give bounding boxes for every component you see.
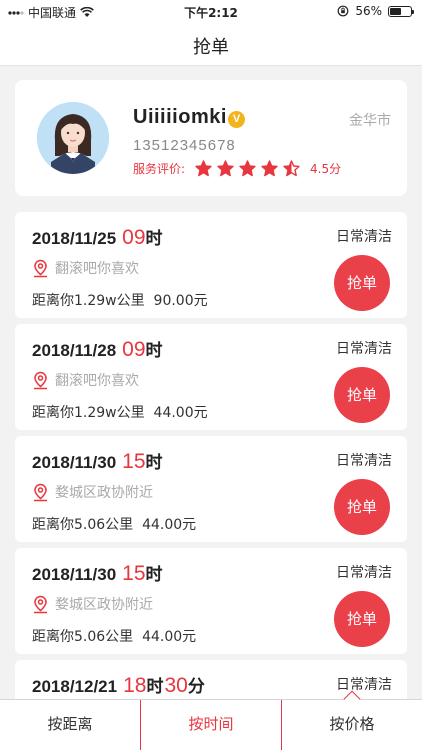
order-price: 44.00元 <box>142 517 197 533</box>
order-price: 44.00元 <box>142 629 197 645</box>
order-hour: 15 <box>122 450 146 473</box>
order-hour-unit: 时 <box>145 229 163 248</box>
star-full-icon <box>261 160 278 177</box>
order-distance: 距离你1.29w公里 <box>32 405 145 421</box>
order-date: 2018/11/25 <box>32 229 117 248</box>
order-type: 日常清洁 <box>336 565 392 581</box>
star-full-icon <box>217 160 234 177</box>
location-pin-icon <box>34 371 47 389</box>
sort-tab-bar: 按距离 按时间 按价格 <box>0 690 422 750</box>
order-date: 2018/12/21 <box>32 677 118 696</box>
orientation-lock-icon <box>337 5 349 17</box>
battery-fill <box>390 7 402 15</box>
tab-sort-time-label: 按时间 <box>188 715 234 733</box>
grab-order-button[interactable]: 抢单 <box>334 255 390 311</box>
order-card: 2018/11/30 15 时 日常清洁 婺城区政协附近 距离你5.06公里 4… <box>15 548 407 654</box>
order-date: 2018/11/28 <box>32 341 117 360</box>
order-address-row: 翻滚吧你喜欢 <box>32 258 139 278</box>
rating-label: 服务评价: <box>133 162 186 176</box>
order-type: 日常清洁 <box>336 677 392 693</box>
order-hour: 09 <box>122 338 146 361</box>
order-address: 婺城区政协附近 <box>55 485 153 501</box>
order-distance-price: 距离你1.29w公里 90.00元 <box>32 290 208 310</box>
order-address-row: 婺城区政协附近 <box>32 594 153 614</box>
grab-order-button[interactable]: 抢单 <box>334 479 390 535</box>
battery-percent: 56% <box>355 4 382 18</box>
order-hour: 09 <box>122 226 146 249</box>
order-address: 婺城区政协附近 <box>55 597 153 613</box>
location-pin-icon <box>34 595 47 613</box>
order-distance-price: 距离你5.06公里 44.00元 <box>32 626 196 646</box>
avatar <box>37 102 109 174</box>
avatar-illustration <box>37 102 109 174</box>
order-datetime: 2018/11/25 09 时 <box>32 224 163 250</box>
order-address: 翻滚吧你喜欢 <box>55 261 139 277</box>
rating-stars <box>195 160 300 177</box>
order-distance: 距离你1.29w公里 <box>32 293 145 309</box>
star-full-icon <box>239 160 256 177</box>
rating-value: 4.5分 <box>310 162 342 176</box>
order-distance-price: 距离你1.29w公里 44.00元 <box>32 402 208 422</box>
order-hour-unit: 时 <box>146 677 164 696</box>
battery-icon <box>388 5 414 17</box>
tab-sort-time[interactable]: 按时间 <box>140 690 361 750</box>
profile-card: Uiiiiiomki V 13512345678 服务评价: 4.5分 金华市 <box>15 80 407 196</box>
order-date: 2018/11/30 <box>32 565 117 584</box>
grab-order-button[interactable]: 抢单 <box>334 591 390 647</box>
tab-sort-price[interactable]: 按价格 <box>282 700 422 750</box>
order-type: 日常清洁 <box>336 341 392 357</box>
order-type: 日常清洁 <box>336 229 392 245</box>
order-minute: 30 <box>164 674 188 697</box>
user-name: Uiiiiiomki <box>133 106 227 128</box>
order-distance: 距离你5.06公里 <box>32 517 134 533</box>
order-hour: 15 <box>122 562 146 585</box>
order-datetime: 2018/11/30 15 时 <box>32 448 163 474</box>
order-card: 2018/11/28 09 时 日常清洁 翻滚吧你喜欢 距离你1.29w公里 4… <box>15 324 407 430</box>
order-card: 2018/11/30 15 时 日常清洁 婺城区政协附近 距离你5.06公里 4… <box>15 436 407 542</box>
city-label: 金华市 <box>349 113 391 129</box>
order-distance: 距离你5.06公里 <box>32 629 134 645</box>
order-address-row: 翻滚吧你喜欢 <box>32 370 139 390</box>
location-pin-icon <box>34 259 47 277</box>
verified-icon: V <box>228 111 245 128</box>
nav-bar: 抢单 <box>0 22 422 66</box>
order-datetime: 2018/11/28 09 时 <box>32 336 163 362</box>
order-price: 90.00元 <box>153 293 208 309</box>
order-distance-price: 距离你5.06公里 44.00元 <box>32 514 196 534</box>
page-title: 抢单 <box>193 37 229 58</box>
star-full-icon <box>195 160 212 177</box>
order-hour: 18 <box>123 674 147 697</box>
location-pin-icon <box>34 483 47 501</box>
order-type: 日常清洁 <box>336 453 392 469</box>
status-bar: 中国联通 下午2:12 56% <box>0 0 422 22</box>
star-half-icon <box>283 160 300 177</box>
order-date: 2018/11/30 <box>32 453 117 472</box>
order-datetime: 2018/12/21 18 时 30 分 <box>32 672 205 698</box>
order-address-row: 婺城区政协附近 <box>32 482 153 502</box>
order-hour-unit: 时 <box>145 341 163 360</box>
order-hour-unit: 时 <box>145 453 163 472</box>
user-phone: 13512345678 <box>133 137 236 154</box>
grab-order-button[interactable]: 抢单 <box>334 367 390 423</box>
tab-sort-distance[interactable]: 按距离 <box>0 700 140 750</box>
order-card: 2018/11/25 09 时 日常清洁 翻滚吧你喜欢 距离你1.29w公里 9… <box>15 212 407 318</box>
rating-row: 服务评价: 4.5分 <box>133 160 341 177</box>
order-address: 翻滚吧你喜欢 <box>55 373 139 389</box>
order-datetime: 2018/11/30 15 时 <box>32 560 163 586</box>
order-price: 44.00元 <box>153 405 208 421</box>
order-minute-unit: 分 <box>187 677 205 696</box>
order-hour-unit: 时 <box>145 565 163 584</box>
